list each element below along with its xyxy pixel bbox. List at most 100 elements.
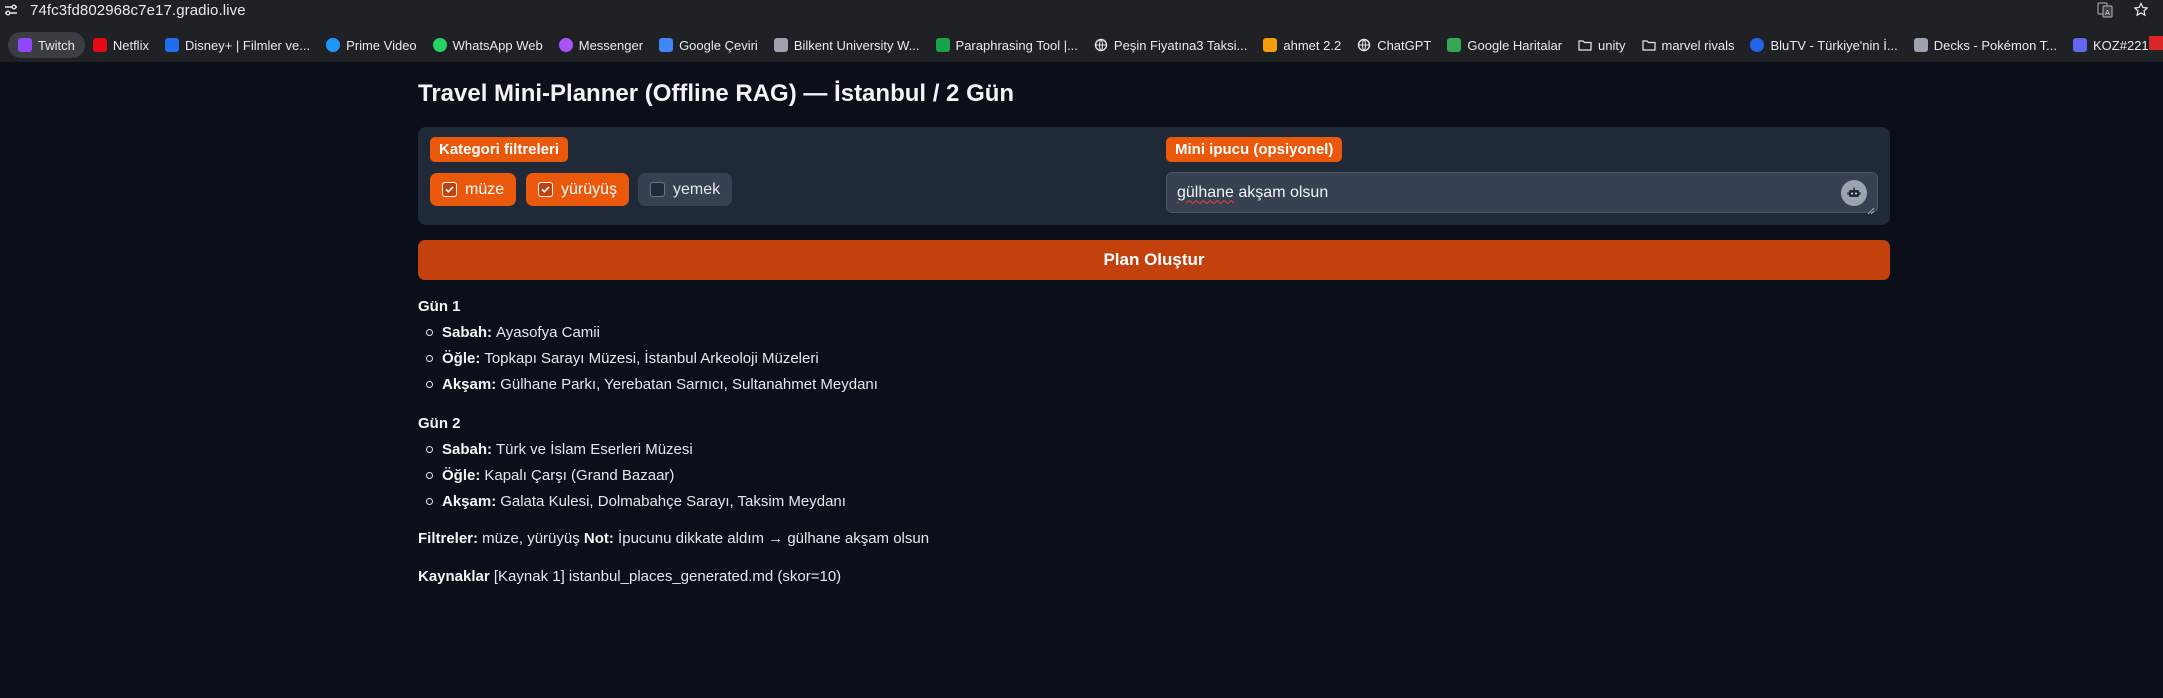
list-item: Öğle: Topkapı Sarayı Müzesi, İstanbul Ar… <box>426 350 819 367</box>
bookmark-label: marvel rivals <box>1661 37 1735 53</box>
filter-label-yuruyus: yürüyüş <box>561 180 618 198</box>
bookmark-item[interactable]: Twitch <box>8 32 85 58</box>
bullet-icon <box>426 498 433 505</box>
bookmark-label: ahmet 2.2 <box>1283 37 1342 53</box>
bookmark-star-icon[interactable] <box>2133 2 2149 18</box>
folder-icon <box>1578 38 1592 52</box>
bookmark-item[interactable]: Paraphrasing Tool |... <box>928 32 1086 58</box>
google-maps-icon <box>1447 38 1462 52</box>
note-value: İpucunu dikkate aldım → gülhane akşam ol… <box>613 530 930 547</box>
bookmark-label: Prime Video <box>346 37 417 53</box>
url-text[interactable]: 74fc3fd802968c7e17.gradio.live <box>30 2 246 19</box>
hint-textarea[interactable]: gülhane akşam olsun <box>1166 172 1878 215</box>
sources-value: [Kaynak 1] istanbul_places_generated.md … <box>489 568 842 585</box>
slot-places: Türk ve İslam Eserleri Müzesi <box>496 441 693 458</box>
filter-label-muze: müze <box>465 180 505 198</box>
bookmark-item[interactable]: Messenger <box>551 32 651 58</box>
bookmark-item[interactable]: unity <box>1570 32 1633 58</box>
filters-summary-label: Filtreler: <box>418 530 479 547</box>
folder-icon <box>1641 38 1656 52</box>
bookmark-item[interactable]: BluTV - Türkiye'nin İ... <box>1742 32 1905 58</box>
bookmark-label: BluTV - Türkiye'nin İ... <box>1770 37 1898 53</box>
filters-summary: Filtreler: müze, yürüyüş Not: İpucunu di… <box>418 530 929 547</box>
bookmark-item[interactable]: marvel rivals <box>1634 32 1743 58</box>
bookmark-label: WhatsApp Web <box>452 37 543 53</box>
options-panel: Kategori filtreleri müze yürüyüş yemek M… <box>418 127 1890 225</box>
bookmark-label: Messenger <box>578 37 644 53</box>
bookmark-item[interactable]: ChatGPT <box>1349 32 1439 58</box>
netflix-icon <box>92 38 107 52</box>
checkbox-checked-icon[interactable] <box>538 182 553 197</box>
bookmark-item[interactable]: Bilkent University W... <box>766 32 928 58</box>
slot-label: Sabah: <box>442 441 493 458</box>
bookmark-item[interactable]: ahmet 2.2 <box>1255 32 1349 58</box>
bookmark-item[interactable]: Google Çeviri <box>651 32 766 58</box>
day-1-title: Gün 1 <box>418 298 461 315</box>
bullet-icon <box>426 446 433 453</box>
bookmark-label: Bilkent University W... <box>793 37 920 53</box>
day-2-title: Gün 2 <box>418 415 461 432</box>
bookmark-item[interactable]: Google Haritalar <box>1439 32 1570 58</box>
google-translate-icon <box>659 38 674 52</box>
bookmark-label: Google Haritalar <box>1467 37 1563 53</box>
filters-label: Kategori filtreleri <box>430 137 569 162</box>
paraphrasing-icon <box>935 38 950 52</box>
translate-icon[interactable]: A <box>2097 2 2113 18</box>
slot-label: Akşam: <box>442 493 497 510</box>
bookmark-label: unity <box>1598 37 1626 53</box>
slot-places: Kapalı Çarşı (Grand Bazaar) <box>484 467 675 484</box>
filter-checkbox-muze[interactable]: müze <box>430 173 517 206</box>
svg-text:A: A <box>2105 9 2110 17</box>
koz-icon <box>2073 38 2088 52</box>
bookmark-label: Paraphrasing Tool |... <box>955 37 1078 53</box>
checkbox-unchecked-icon[interactable] <box>650 182 665 197</box>
resize-handle-icon[interactable] <box>1867 202 1875 215</box>
bullet-icon <box>426 472 433 479</box>
overflow-bookmark-icon[interactable] <box>2149 36 2163 50</box>
slot-label: Akşam: <box>442 376 497 393</box>
bookmark-label: Netflix <box>112 37 149 53</box>
slot-places: Gülhane Parkı, Yerebatan Sarnıcı, Sultan… <box>500 376 878 393</box>
bookmark-item[interactable]: Prime Video <box>318 32 425 58</box>
browser-address-bar[interactable]: 74fc3fd802968c7e17.gradio.live A <box>0 0 2163 20</box>
list-item: Akşam: Galata Kulesi, Dolmabahçe Sarayı,… <box>426 493 846 510</box>
hint-value: gülhane akşam olsun <box>1177 184 1328 202</box>
bullet-icon <box>426 381 433 388</box>
n-icon <box>1263 38 1278 52</box>
site-settings-icon[interactable] <box>4 3 18 17</box>
sources-summary: Kaynaklar [Kaynak 1] istanbul_places_gen… <box>418 568 841 585</box>
chatgpt-icon <box>1357 38 1371 52</box>
toolbar-spacer <box>0 20 2163 28</box>
list-item: Sabah: Ayasofya Camii <box>426 324 600 341</box>
bookmark-item[interactable]: WhatsApp Web <box>425 32 551 58</box>
slot-label: Öğle: <box>442 467 481 484</box>
checkbox-checked-icon[interactable] <box>442 182 457 197</box>
globe-icon <box>1094 38 1108 52</box>
bookmark-label: ChatGPT <box>1377 37 1432 53</box>
slot-places: Ayasofya Camii <box>496 324 600 341</box>
bookmark-label: Disney+ | Filmler ve... <box>184 37 311 53</box>
whatsapp-icon <box>432 38 447 52</box>
hint-value-misspelled-word: gülhane <box>1177 183 1234 201</box>
filter-checkbox-yemek[interactable]: yemek <box>638 173 733 206</box>
list-item: Sabah: Türk ve İslam Eserleri Müzesi <box>426 441 693 458</box>
slot-places: Galata Kulesi, Dolmabahçe Sarayı, Taksim… <box>500 493 846 510</box>
pokemon-icon <box>1913 38 1928 52</box>
note-label: Not: <box>583 530 614 547</box>
bookmarks-bar: Twitch Netflix Disney+ | Filmler ve... Prim… <box>0 28 2163 62</box>
list-item: Akşam: Gülhane Parkı, Yerebatan Sarnıcı,… <box>426 376 878 393</box>
bookmark-item[interactable]: Peşin Fiyatına3 Taksi... <box>1086 32 1255 58</box>
disney-icon <box>164 38 179 52</box>
hint-value-rest: akşam olsun <box>1233 183 1329 201</box>
bookmark-label: Decks - Pokémon T... <box>1933 37 2058 53</box>
bookmark-item[interactable]: Netflix <box>85 32 157 58</box>
plan-create-button[interactable]: Plan Oluştur <box>418 240 1890 280</box>
bookmark-item[interactable]: Decks - Pokémon T... <box>1906 32 2065 58</box>
robot-icon[interactable] <box>1841 180 1867 206</box>
filter-checkbox-yuruyus[interactable]: yürüyüş <box>526 173 630 206</box>
bookmark-item[interactable]: Disney+ | Filmler ve... <box>157 32 318 58</box>
sources-label: Kaynaklar <box>418 568 490 585</box>
prime-video-icon <box>326 38 341 52</box>
bilkent-icon <box>773 38 788 52</box>
slot-label: Öğle: <box>442 350 481 367</box>
